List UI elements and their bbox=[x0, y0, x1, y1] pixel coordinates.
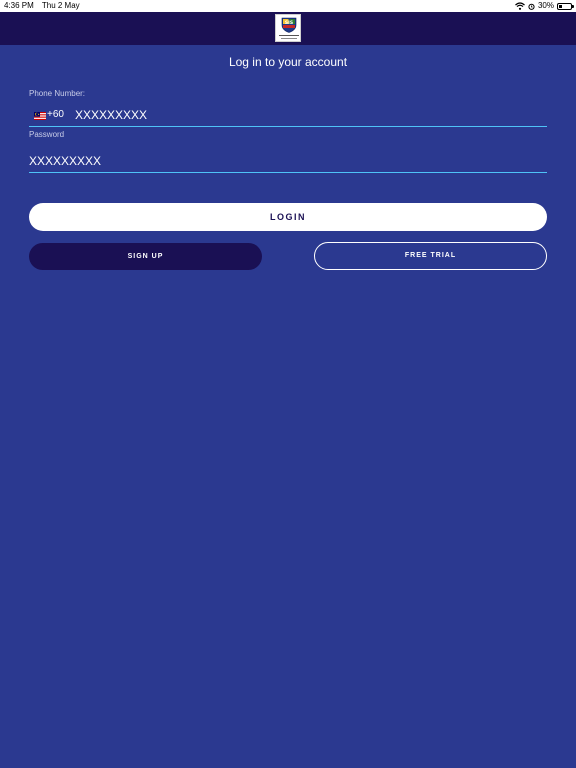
app-header: SIS bbox=[0, 12, 576, 45]
password-input[interactable] bbox=[29, 152, 539, 170]
battery-fill bbox=[559, 4, 563, 8]
malaysia-flag-icon[interactable] bbox=[34, 112, 46, 120]
status-date: Thu 2 May bbox=[41, 1, 80, 10]
status-bar: 4:36 PM Thu 2 May 30% bbox=[0, 0, 576, 12]
page-title: Log in to your account bbox=[228, 55, 348, 69]
password-label: Password bbox=[29, 130, 65, 139]
battery-icon bbox=[557, 2, 574, 10]
crest-text-line bbox=[279, 35, 299, 36]
crest-shield-icon: SIS bbox=[281, 17, 297, 33]
status-left: 4:36 PM Thu 2 May bbox=[4, 0, 86, 12]
phone-field[interactable]: +60 bbox=[29, 104, 547, 127]
battery-percent: 30% bbox=[537, 1, 554, 10]
country-code[interactable]: +60 bbox=[47, 109, 64, 120]
free-trial-button[interactable]: FREE TRIAL bbox=[314, 242, 547, 270]
crest-text-line bbox=[281, 38, 297, 39]
login-button[interactable]: LOGIN bbox=[29, 203, 547, 231]
wifi-icon bbox=[515, 2, 525, 10]
alarm-icon bbox=[528, 3, 535, 10]
sign-up-button[interactable]: SIGN UP bbox=[29, 243, 262, 270]
phone-label: Phone Number: bbox=[29, 89, 86, 98]
status-right: 30% bbox=[515, 0, 574, 12]
svg-text:SIS: SIS bbox=[285, 20, 293, 26]
phone-input[interactable] bbox=[75, 106, 535, 124]
status-time: 4:36 PM bbox=[4, 1, 34, 10]
password-field[interactable] bbox=[29, 148, 547, 173]
school-crest-logo: SIS bbox=[275, 14, 301, 42]
